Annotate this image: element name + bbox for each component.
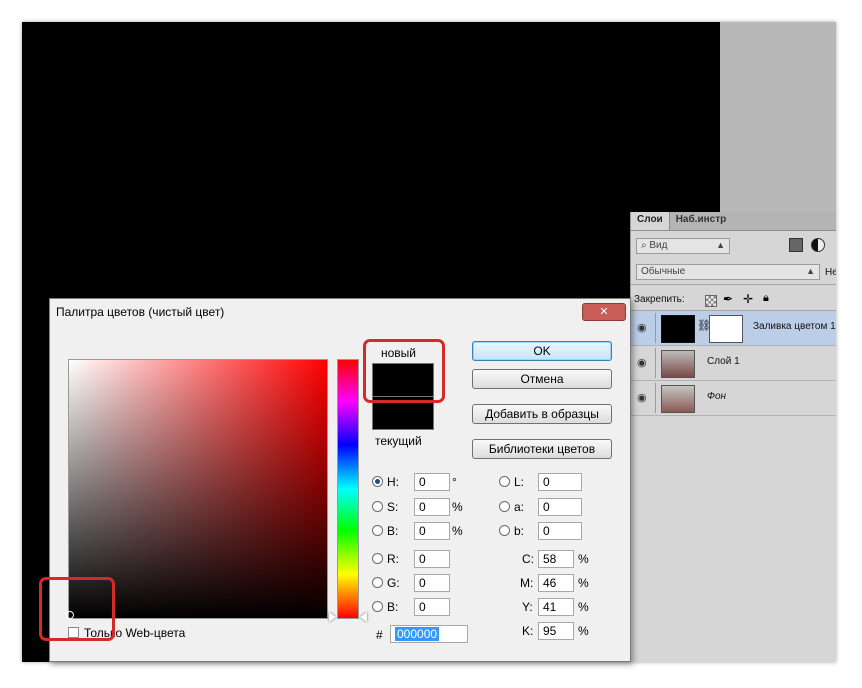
radio-saturation[interactable]	[372, 501, 383, 512]
dialog-title: Палитра цветов (чистый цвет)	[56, 305, 225, 319]
chevron-down-icon: ▲︎	[716, 240, 725, 250]
lightness-input[interactable]: 0	[538, 473, 582, 491]
search-icon: ⌕	[641, 240, 647, 251]
layer-thumbnail	[661, 385, 695, 413]
hue-slider[interactable]	[337, 359, 359, 619]
cyan-label: C:	[522, 552, 534, 566]
ok-button[interactable]: OK	[472, 341, 612, 361]
lock-label: Закрепить:	[634, 294, 685, 305]
brightness-label: B:	[387, 524, 399, 538]
layer-filter-select[interactable]: ⌕ Вид ▲︎	[636, 238, 730, 254]
hue-slider-handle-right[interactable]	[360, 612, 367, 622]
mask-thumbnail	[709, 315, 743, 343]
divider	[655, 313, 656, 343]
red-label: R:	[387, 552, 399, 566]
magenta-unit: %	[578, 576, 589, 590]
brightness-unit: %	[452, 524, 463, 538]
cyan-input[interactable]: 58	[538, 550, 574, 568]
lock-transparency-icon[interactable]	[705, 295, 717, 307]
current-color-label: текущий	[375, 434, 422, 448]
add-to-swatches-button[interactable]: Добавить в образцы	[472, 404, 612, 424]
layer-row-layer1[interactable]: ◉ Слой 1	[631, 346, 836, 381]
lightness-label: L:	[514, 475, 525, 489]
radio-lab-b[interactable]	[499, 525, 510, 536]
adjustment-filter-icon[interactable]	[811, 238, 825, 252]
hex-value: 000000	[395, 627, 440, 641]
color-picker-dialog: Палитра цветов (чистый цвет) ✕ новый тек…	[39, 298, 631, 662]
yellow-unit: %	[578, 600, 589, 614]
lock-all-icon[interactable]: 🔒︎	[763, 292, 769, 305]
radio-lab-a[interactable]	[499, 501, 510, 512]
radio-hue[interactable]	[372, 476, 383, 487]
blend-mode-value: Обычные	[641, 266, 686, 277]
divider	[655, 383, 656, 413]
divider	[631, 284, 836, 285]
hex-label: #	[376, 628, 383, 642]
lab-a-input[interactable]: 0	[538, 498, 582, 516]
radio-brightness[interactable]	[372, 525, 383, 536]
fill-thumbnail	[661, 315, 695, 343]
hue-slider-handle-left[interactable]	[329, 612, 336, 622]
chevron-down-icon: ▲︎	[806, 266, 815, 276]
opacity-label: Не	[825, 267, 836, 278]
cyan-unit: %	[578, 552, 589, 566]
green-input[interactable]: 0	[414, 574, 450, 592]
radio-green[interactable]	[372, 577, 383, 588]
hue-input[interactable]: 0	[414, 473, 450, 491]
radio-red[interactable]	[372, 553, 383, 564]
highlight-new-color	[363, 339, 445, 403]
tab-layers[interactable]: Слои	[631, 212, 670, 230]
saturation-label: S:	[387, 500, 399, 514]
filter-label: Вид	[649, 240, 668, 251]
hue-unit: °	[452, 475, 457, 489]
magenta-input[interactable]: 46	[538, 574, 574, 592]
black-label: K:	[522, 624, 534, 638]
blend-mode-select[interactable]: Обычные ▲︎	[636, 264, 820, 280]
radio-blue[interactable]	[372, 601, 383, 612]
blue-label: B:	[387, 600, 399, 614]
lab-b-input[interactable]: 0	[538, 522, 582, 540]
layer-thumbnail	[661, 350, 695, 378]
green-label: G:	[387, 576, 400, 590]
cancel-button[interactable]: Отмена	[472, 369, 612, 389]
eye-icon[interactable]: ◉	[637, 321, 651, 334]
magenta-label: M:	[520, 576, 534, 590]
color-libraries-button[interactable]: Библиотеки цветов	[472, 439, 612, 459]
blue-input[interactable]: 0	[414, 598, 450, 616]
red-input[interactable]: 0	[414, 550, 450, 568]
yellow-input[interactable]: 41	[538, 598, 574, 616]
layer-name: Фон	[707, 391, 727, 402]
saturation-unit: %	[452, 500, 463, 514]
black-unit: %	[578, 624, 589, 638]
lock-position-icon[interactable]: ✛	[743, 292, 753, 306]
radio-lightness[interactable]	[499, 476, 510, 487]
layer-name: Слой 1	[707, 356, 740, 367]
lock-pixels-icon[interactable]: ✒	[723, 292, 733, 306]
close-button[interactable]: ✕	[582, 303, 626, 321]
hex-input[interactable]: 000000	[390, 625, 468, 643]
layers-panel: Слои Наб.инстр ⌕ Вид ▲︎ Обычные ▲︎ Не За…	[630, 212, 836, 662]
lab-a-label: a:	[514, 500, 525, 514]
saturation-input[interactable]: 0	[414, 498, 450, 516]
eye-icon[interactable]: ◉	[637, 356, 651, 369]
layers-panel-tabs: Слои Наб.инстр	[631, 212, 836, 231]
lab-b-label: b:	[514, 524, 525, 538]
eye-icon[interactable]: ◉	[637, 391, 651, 404]
tab-tool-presets[interactable]: Наб.инстр	[670, 212, 733, 230]
black-input[interactable]: 95	[538, 622, 574, 640]
layer-name: Заливка цветом 1	[753, 321, 836, 332]
brightness-input[interactable]: 0	[414, 522, 450, 540]
image-filter-icon[interactable]	[789, 238, 803, 252]
yellow-label: Y:	[522, 600, 533, 614]
hue-label: H:	[387, 475, 399, 489]
layer-row-fill[interactable]: ◉ ⛓︎ Заливка цветом 1	[631, 311, 836, 346]
close-icon: ✕	[599, 306, 609, 318]
divider	[655, 348, 656, 378]
layer-row-background[interactable]: ◉ Фон	[631, 381, 836, 416]
highlight-color-field-corner	[39, 577, 115, 641]
